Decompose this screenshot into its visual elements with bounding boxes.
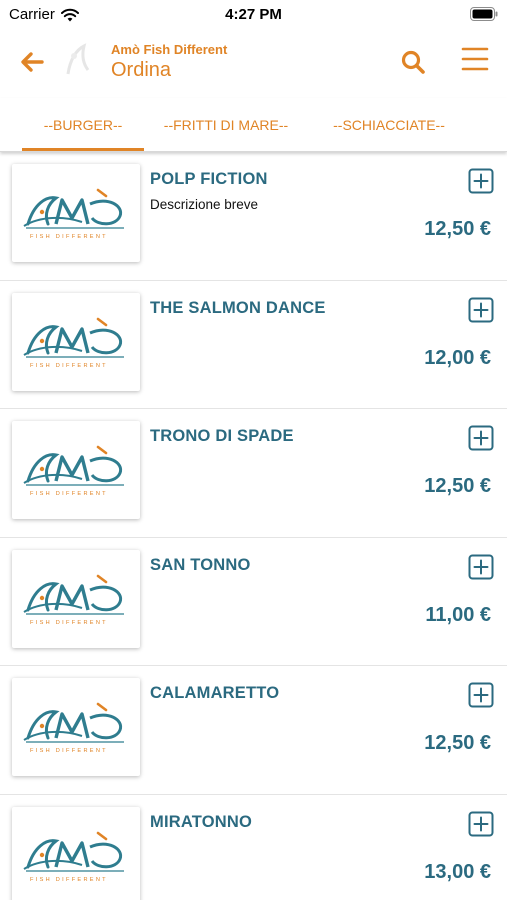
add-to-cart-icon[interactable]: [468, 425, 494, 451]
product-row[interactable]: FISH DIFFERENT SAN TONNO 11,00 €: [0, 538, 507, 666]
search-icon[interactable]: [399, 48, 427, 76]
back-arrow-icon[interactable]: [18, 48, 46, 76]
status-bar: Carrier 4:27 PM: [0, 0, 507, 28]
logo-tagline: FISH DIFFERENT: [30, 234, 108, 240]
product-price: 11,00 €: [425, 603, 491, 626]
product-description: Descrizione breve: [150, 197, 259, 212]
product-row[interactable]: FISH DIFFERENT MIRATONNO 13,00 €: [0, 795, 507, 900]
product-price: 12,50 €: [424, 218, 491, 240]
logo-tagline: FISH DIFFERENT: [30, 491, 108, 497]
logo-tagline: FISH DIFFERENT: [30, 363, 108, 369]
add-to-cart-icon[interactable]: [468, 811, 494, 837]
logo-tagline: FISH DIFFERENT: [30, 748, 108, 754]
product-price: 12,00 €: [424, 346, 491, 369]
amo-logo: FISH DIFFERENT: [23, 445, 124, 497]
header-logo-icon: [66, 43, 90, 75]
add-to-cart-icon[interactable]: [468, 554, 494, 580]
product-price: 12,50 €: [424, 732, 491, 754]
product-image: FISH DIFFERENT: [12, 678, 140, 776]
tab-burger[interactable]: --BURGER--: [22, 98, 144, 151]
product-image: FISH DIFFERENT: [12, 806, 140, 900]
page-title: Ordina: [111, 59, 172, 81]
hamburger-menu-icon[interactable]: [461, 46, 489, 72]
amo-logo: FISH DIFFERENT: [23, 702, 124, 754]
amo-logo: FISH DIFFERENT: [23, 574, 124, 626]
app-name: Amò Fish Different: [111, 42, 228, 57]
product-name: MIRATONNO: [150, 812, 253, 831]
product-image: FISH DIFFERENT: [12, 164, 140, 262]
tab-label: --BURGER--: [43, 116, 123, 133]
app-header: Amò Fish Different Ordina: [0, 28, 507, 98]
add-to-cart-icon[interactable]: [468, 682, 494, 708]
tab-label: --FRITTI DI MARE--: [163, 116, 289, 133]
product-name: POLP FICTION: [150, 170, 268, 188]
tab-label: --SCHIACCIATE--: [333, 116, 445, 133]
product-list: FISH DIFFERENT POLP FICTION Descrizione …: [0, 152, 507, 900]
battery-icon: [470, 7, 498, 21]
tab-fritti-di-mare[interactable]: --FRITTI DI MARE--: [156, 98, 296, 151]
product-image: FISH DIFFERENT: [12, 549, 140, 648]
logo-tagline: FISH DIFFERENT: [30, 620, 108, 626]
category-tabs: --BURGER-- --FRITTI DI MARE-- --SCHIACCI…: [0, 98, 507, 152]
product-row[interactable]: FISH DIFFERENT CALAMARETTO 12,50 €: [0, 666, 507, 795]
product-row[interactable]: FISH DIFFERENT TRONO DI SPADE 12,50 €: [0, 409, 507, 538]
product-name: SAN TONNO: [150, 555, 251, 574]
product-name: THE SALMON DANCE: [150, 298, 326, 317]
add-to-cart-icon[interactable]: [468, 168, 494, 194]
logo-tagline: FISH DIFFERENT: [30, 877, 108, 883]
product-image: FISH DIFFERENT: [12, 292, 140, 391]
clock: 4:27 PM: [225, 6, 282, 23]
product-row[interactable]: FISH DIFFERENT THE SALMON DANCE 12,00 €: [0, 281, 507, 409]
product-name: CALAMARETTO: [150, 684, 280, 702]
product-row[interactable]: FISH DIFFERENT POLP FICTION Descrizione …: [0, 152, 507, 281]
product-price: 13,00 €: [424, 860, 491, 883]
product-name: TRONO DI SPADE: [150, 427, 294, 445]
product-image: FISH DIFFERENT: [12, 421, 140, 519]
add-to-cart-icon[interactable]: [468, 297, 494, 323]
amo-logo: FISH DIFFERENT: [23, 831, 124, 883]
tab-schiacciate[interactable]: --SCHIACCIATE--: [322, 98, 456, 151]
product-price: 12,50 €: [424, 475, 491, 497]
amo-logo: FISH DIFFERENT: [23, 317, 124, 369]
active-tab-indicator: [22, 148, 144, 151]
amo-logo: FISH DIFFERENT: [23, 188, 124, 240]
